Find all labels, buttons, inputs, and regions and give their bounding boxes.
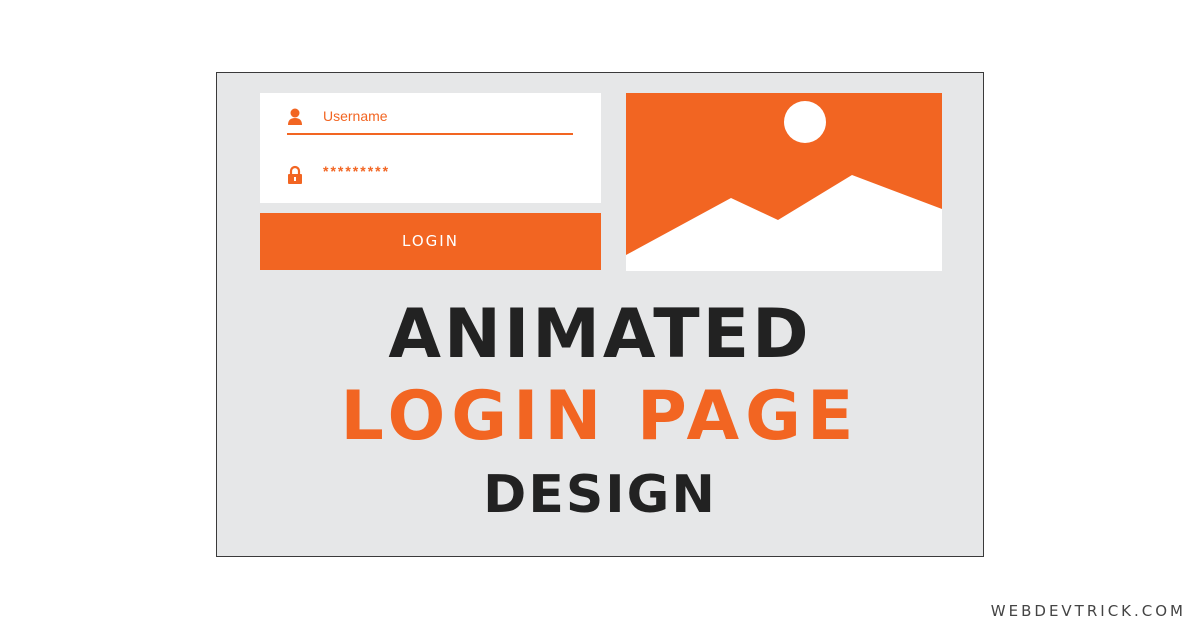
login-card: Username ********* (260, 93, 601, 203)
username-field[interactable]: Username (287, 103, 573, 135)
username-input-value: Username (323, 108, 388, 124)
site-watermark: WEBDEVTRICK.COM (990, 602, 1186, 620)
password-field[interactable]: ********* (287, 161, 573, 191)
password-input-value: ********* (323, 163, 391, 179)
lock-icon (288, 165, 302, 184)
login-mockup-frame: Username ********* LOGIN ANIMATED LOGIN … (216, 72, 984, 557)
user-icon (288, 108, 302, 125)
headline-login-page: LOGIN PAGE (340, 377, 860, 456)
image-placeholder-icon (626, 93, 942, 271)
headline-animated: ANIMATED (388, 295, 812, 374)
headline-design: DESIGN (483, 465, 717, 525)
login-button[interactable]: LOGIN (260, 213, 601, 270)
